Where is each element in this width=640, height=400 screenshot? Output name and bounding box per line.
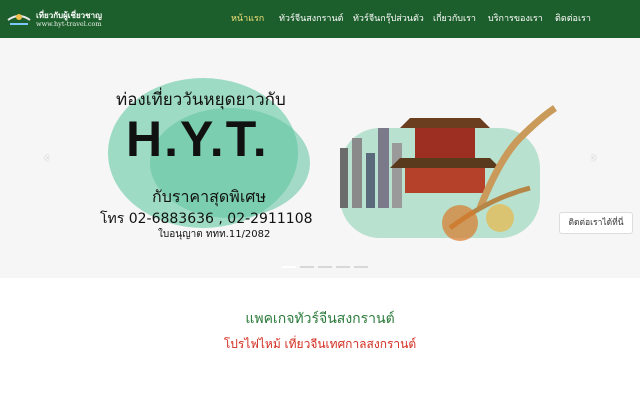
banner-brand: H.Y.T.	[126, 111, 269, 167]
hero-slider: ‹ › ท่องเที่ยววันหยุดยาวกับ H.Y.T. กับรา…	[0, 38, 640, 278]
slider-dot-2[interactable]	[300, 266, 314, 268]
top-navbar: เที่ยวกับผู้เชี่ยวชาญ www.hyt-travel.com…	[0, 0, 640, 38]
logo-emblem-icon	[6, 8, 32, 30]
nav-about[interactable]: เกี่ยวกับเรา	[433, 0, 476, 38]
slider-prev-arrow-icon[interactable]: ‹	[44, 150, 50, 166]
site-logo[interactable]: เที่ยวกับผู้เชี่ยวชาญ www.hyt-travel.com	[6, 6, 118, 32]
contact-us-button[interactable]: ติดต่อเราได้ที่นี่	[559, 212, 633, 234]
banner-headline: ท่องเที่ยววันหยุดยาวกับ	[116, 90, 286, 110]
slider-next-arrow-icon[interactable]: ›	[591, 150, 597, 166]
china-landmarks-collage	[340, 105, 557, 241]
slider-dot-1[interactable]	[282, 266, 296, 268]
section-subtitle: โปรไฟไหม้ เที่ยวจีนเทศกาลสงกรานต์	[223, 337, 417, 351]
logo-url: www.hyt-travel.com	[36, 19, 102, 28]
banner-license: ใบอนุญาต ททท.11/2082	[158, 229, 271, 240]
logo-title: เที่ยวกับผู้เชี่ยวชาญ	[36, 9, 102, 20]
section-title: แพคเกจทัวร์จีนสงกรานต์	[245, 311, 395, 327]
slider-dot-4[interactable]	[336, 266, 350, 268]
nav-home[interactable]: หน้าแรก	[231, 0, 264, 38]
slider-dot-5[interactable]	[354, 266, 368, 268]
nav-contact[interactable]: ติดต่อเรา	[555, 0, 591, 38]
slider-indicators	[282, 266, 372, 268]
nav-services[interactable]: บริการของเรา	[488, 0, 543, 38]
slider-dot-3[interactable]	[318, 266, 332, 268]
banner-subline: กับราคาสุดพิเศษ	[152, 187, 266, 206]
nav-songkran-tours[interactable]: ทัวร์จีนสงกรานต์	[279, 0, 343, 38]
nav-private-group-tours[interactable]: ทัวร์จีนกรุ๊ปส่วนตัว	[353, 0, 424, 38]
